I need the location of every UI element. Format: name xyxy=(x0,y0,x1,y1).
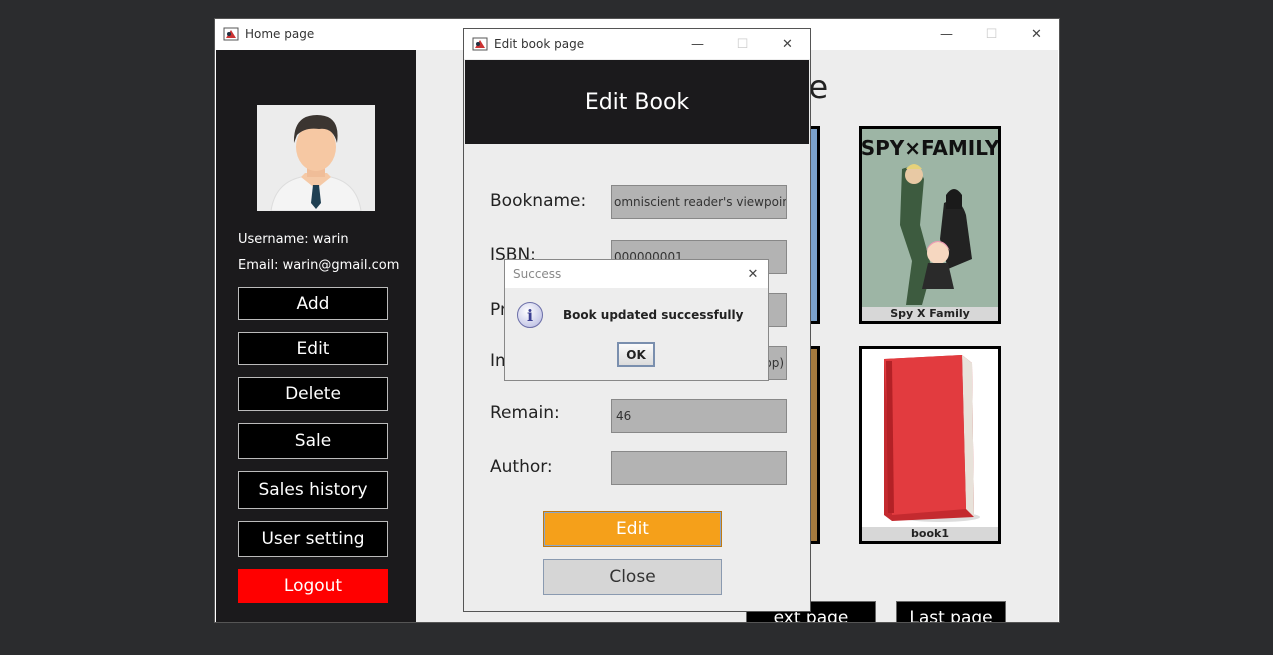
edit-book-heading: Edit Book xyxy=(465,60,809,144)
home-title: Home page xyxy=(245,27,315,41)
bookname-label: Bookname: xyxy=(490,191,587,211)
java-app-icon xyxy=(472,36,488,52)
success-title: Success xyxy=(513,267,562,281)
close-icon[interactable]: ✕ xyxy=(738,260,768,288)
author-field[interactable] xyxy=(611,451,787,485)
success-titlebar[interactable]: Success ✕ xyxy=(505,260,768,288)
user-setting-button[interactable]: User setting xyxy=(238,521,388,557)
close-icon[interactable]: ✕ xyxy=(1014,19,1059,49)
username-label: Username: warin xyxy=(238,232,349,247)
edit-book-button[interactable]: Edit xyxy=(543,511,722,547)
ok-button[interactable]: OK xyxy=(617,342,655,367)
logout-button[interactable]: Logout xyxy=(238,569,388,603)
success-dialog: Success ✕ i Book updated successfully OK xyxy=(505,260,768,380)
minimize-icon[interactable]: — xyxy=(924,19,969,49)
info-icon: i xyxy=(517,302,543,328)
cover-title: SPY×FAMILY xyxy=(862,136,998,160)
edit-titlebar[interactable]: Edit book page — ☐ ✕ xyxy=(464,29,810,59)
maximize-icon[interactable]: ☐ xyxy=(720,29,765,59)
delete-button[interactable]: Delete xyxy=(238,377,388,411)
sale-button[interactable]: Sale xyxy=(238,423,388,459)
edit-sidebar-button[interactable]: Edit xyxy=(238,332,388,365)
email-label: Email: warin@gmail.com xyxy=(238,258,400,273)
red-book-cover xyxy=(862,349,998,527)
book-card-spy-x-family[interactable]: SPY×FAMILY Spy X Family xyxy=(859,126,1001,324)
java-app-icon xyxy=(223,26,239,42)
remain-label: Remain: xyxy=(490,403,560,423)
add-button[interactable]: Add xyxy=(238,287,388,320)
book-card-book1[interactable]: book1 xyxy=(859,346,1001,544)
close-dialog-button[interactable]: Close xyxy=(543,559,722,595)
avatar xyxy=(257,105,375,212)
bookname-field[interactable]: omniscient reader's viewpoint xyxy=(611,185,787,219)
spy-x-family-cover: SPY×FAMILY xyxy=(861,129,1000,307)
last-page-button[interactable]: Last page xyxy=(896,601,1006,622)
remain-field[interactable]: 46 xyxy=(611,399,787,433)
edit-window-title: Edit book page xyxy=(494,37,585,51)
book-caption: book1 xyxy=(862,527,998,541)
success-message: Book updated successfully xyxy=(563,308,744,322)
book-caption: Spy X Family xyxy=(862,307,998,321)
minimize-icon[interactable]: — xyxy=(675,29,720,59)
sales-history-button[interactable]: Sales history xyxy=(238,471,388,509)
maximize-icon[interactable]: ☐ xyxy=(969,19,1014,49)
close-icon[interactable]: ✕ xyxy=(765,29,810,59)
author-label: Author: xyxy=(490,457,553,477)
sidebar: Username: warin Email: warin@gmail.com A… xyxy=(216,50,416,622)
